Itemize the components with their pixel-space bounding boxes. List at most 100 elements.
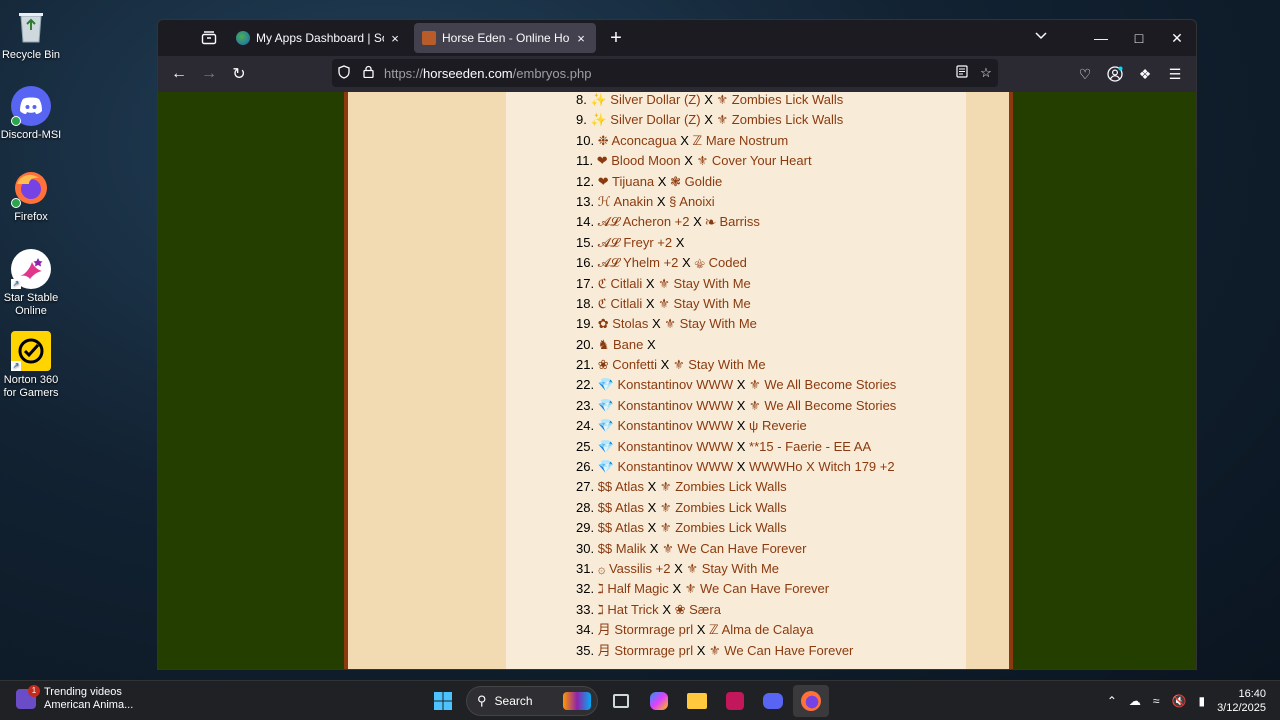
embryo-parent-2-link[interactable]: Alma de Calaya xyxy=(722,622,814,637)
desktop-icon-discord[interactable]: Discord-MSI xyxy=(0,86,62,142)
embryo-parent-1-link[interactable]: Malik xyxy=(616,541,646,556)
embryo-separator: X xyxy=(736,459,746,475)
embryo-parent-1-link[interactable]: Anakin xyxy=(613,194,653,209)
embryo-parent-2-link[interactable]: We Can Have Forever xyxy=(677,541,806,556)
embryo-parent-2-link[interactable]: Reverie xyxy=(762,418,807,433)
embryo-parent-2-link[interactable]: Zombies Lick Walls xyxy=(732,112,843,127)
embryo-parent-1-link[interactable]: Aconcagua xyxy=(612,133,677,148)
forward-button[interactable]: → xyxy=(194,59,224,89)
embryo-parent-1-link[interactable]: Konstantinov WWW xyxy=(618,377,734,392)
tab-horse-eden[interactable]: Horse Eden - Online Horse Gam × xyxy=(414,23,596,53)
embryo-parent-1-link[interactable]: Half Magic xyxy=(607,581,668,596)
embryo-parent-2-link[interactable]: Mare Nostrum xyxy=(706,133,788,148)
new-tab-button[interactable]: + xyxy=(602,24,630,52)
embryo-parent-1-link[interactable]: Freyr +2 xyxy=(623,235,672,250)
embryo-parent-1-link[interactable]: Silver Dollar (Z) xyxy=(610,92,700,107)
embryo-parent-2-link[interactable]: Stay With Me xyxy=(702,561,779,576)
desktop-icon-recycle-bin[interactable]: Recycle Bin xyxy=(0,6,62,62)
embryo-parent-1-link[interactable]: Confetti xyxy=(612,357,657,372)
embryo-parent-1-link[interactable]: Silver Dollar (Z) xyxy=(610,112,700,127)
embryo-parent-1-link[interactable]: Vassilis +2 xyxy=(609,561,671,576)
embryo-parent-2-link[interactable]: Cover Your Heart xyxy=(712,153,812,168)
embryo-list: 8. ✨ Silver Dollar (Z) X ⚜ Zombies Lick … xyxy=(576,92,896,661)
volume-muted-icon[interactable]: 🔇 xyxy=(1172,694,1187,708)
minimize-button[interactable]: — xyxy=(1082,30,1120,46)
clock[interactable]: 16:40 3/12/2025 xyxy=(1217,687,1266,715)
app-button[interactable] xyxy=(717,685,753,717)
embryo-parent-1-link[interactable]: Stormrage prl xyxy=(614,622,693,637)
page-viewport[interactable]: 8. ✨ Silver Dollar (Z) X ⚜ Zombies Lick … xyxy=(158,92,1196,669)
embryo-parent-1-link[interactable]: Atlas xyxy=(615,500,644,515)
embryo-parent-2-link[interactable]: We Can Have Forever xyxy=(724,643,853,658)
account-button[interactable] xyxy=(1100,59,1130,89)
embryo-parent-2-link[interactable]: Stay With Me xyxy=(680,316,757,331)
close-window-button[interactable]: ✕ xyxy=(1158,30,1196,47)
embryo-parent-1-link[interactable]: Bane xyxy=(613,337,643,352)
widgets-button[interactable]: 1 Trending videos American Anima... xyxy=(16,685,133,712)
start-button[interactable] xyxy=(425,685,461,717)
embryo-parent-2-link[interactable]: WWWHo X Witch 179 +2 xyxy=(749,459,895,474)
task-view-button[interactable] xyxy=(603,685,639,717)
onedrive-icon[interactable]: ☁ xyxy=(1129,694,1141,708)
wifi-icon[interactable]: ≈ xyxy=(1153,694,1160,708)
pocket-button[interactable]: ♡ xyxy=(1070,59,1100,89)
firefox-taskbar-button[interactable] xyxy=(793,685,829,717)
lock-icon[interactable] xyxy=(356,65,380,81)
embryo-parent-1-link[interactable]: Stolas xyxy=(612,316,648,331)
reader-view-button[interactable] xyxy=(950,65,974,81)
embryo-parent-2-link[interactable]: Zombies Lick Walls xyxy=(675,520,786,535)
embryo-parent-2-link[interactable]: Coded xyxy=(709,255,747,270)
embryo-parent-1-link[interactable]: Hat Trick xyxy=(607,602,658,617)
embryo-parent-1-link[interactable]: Citlali xyxy=(610,276,642,291)
url-text[interactable]: https://horseeden.com/embryos.php xyxy=(384,66,950,81)
tab-close-button[interactable]: × xyxy=(388,31,402,46)
embryo-parent-2-link[interactable]: Goldie xyxy=(685,174,723,189)
embryo-parent-2-link[interactable]: We All Become Stories xyxy=(764,377,896,392)
embryo-parent-2-link[interactable]: Zombies Lick Walls xyxy=(675,479,786,494)
embryo-parent-2-link[interactable]: Zombies Lick Walls xyxy=(675,500,786,515)
embryo-parent-1-link[interactable]: Yhelm +2 xyxy=(623,255,678,270)
extensions-button[interactable]: ❖ xyxy=(1130,59,1160,89)
embryo-parent-1-link[interactable]: Konstantinov WWW xyxy=(618,459,734,474)
tab-my-apps[interactable]: My Apps Dashboard | Southern × xyxy=(228,23,410,53)
desktop-icon-firefox[interactable]: Firefox xyxy=(0,168,62,224)
copilot-button[interactable] xyxy=(641,685,677,717)
taskbar-search[interactable]: ⚲ Search xyxy=(466,686,598,716)
embryo-parent-2-link[interactable]: **15 - Faerie - EE AA xyxy=(749,439,871,454)
embryo-parent-1-link[interactable]: Konstantinov WWW xyxy=(618,418,734,433)
desktop-icon-star-stable[interactable]: ↗ Star Stable Online xyxy=(0,249,62,318)
embryo-parent-2-link[interactable]: Anoixi xyxy=(679,194,714,209)
embryo-parent-1-link[interactable]: Blood Moon xyxy=(611,153,680,168)
battery-icon[interactable]: ▮ xyxy=(1198,694,1205,708)
maximize-button[interactable]: □ xyxy=(1120,30,1158,46)
tab-close-button[interactable]: × xyxy=(574,31,588,46)
embryo-parent-1-link[interactable]: Stormrage prl xyxy=(614,643,693,658)
list-all-tabs-button[interactable] xyxy=(1034,28,1048,44)
desktop-icon-norton[interactable]: ↗ Norton 360 for Gamers xyxy=(0,331,62,400)
embryo-parent-2-link[interactable]: We Can Have Forever xyxy=(700,581,829,596)
embryo-parent-1-link[interactable]: Konstantinov WWW xyxy=(618,398,734,413)
embryo-parent-2-link[interactable]: Stay With Me xyxy=(673,296,750,311)
embryo-parent-2-link[interactable]: Barriss xyxy=(719,214,759,229)
embryo-parent-1-link[interactable]: Acheron +2 xyxy=(623,214,690,229)
shield-icon[interactable] xyxy=(332,64,356,82)
embryo-parent-1-link[interactable]: Atlas xyxy=(615,520,644,535)
address-bar[interactable]: https://horseeden.com/embryos.php ☆ xyxy=(332,59,998,87)
embryo-parent-2-link[interactable]: Stay With Me xyxy=(673,276,750,291)
embryo-parent-2-link[interactable]: Særa xyxy=(689,602,721,617)
discord-taskbar-button[interactable] xyxy=(755,685,791,717)
embryo-parent-1-link[interactable]: Konstantinov WWW xyxy=(618,439,734,454)
embryo-parent-2-link[interactable]: Zombies Lick Walls xyxy=(732,92,843,107)
show-hidden-icons-button[interactable]: ⌃ xyxy=(1107,694,1117,708)
bookmark-star-button[interactable]: ☆ xyxy=(974,65,998,81)
embryo-parent-1-link[interactable]: Citlali xyxy=(610,296,642,311)
embryo-parent-2-link[interactable]: We All Become Stories xyxy=(764,398,896,413)
menu-button[interactable]: ☰ xyxy=(1160,59,1190,89)
file-explorer-button[interactable] xyxy=(679,685,715,717)
tab-overview-button[interactable] xyxy=(194,23,224,53)
embryo-parent-2-link[interactable]: Stay With Me xyxy=(688,357,765,372)
embryo-parent-1-link[interactable]: Atlas xyxy=(615,479,644,494)
back-button[interactable]: ← xyxy=(164,59,194,89)
embryo-parent-1-link[interactable]: Tijuana xyxy=(612,174,654,189)
reload-button[interactable]: ↻ xyxy=(224,59,254,89)
